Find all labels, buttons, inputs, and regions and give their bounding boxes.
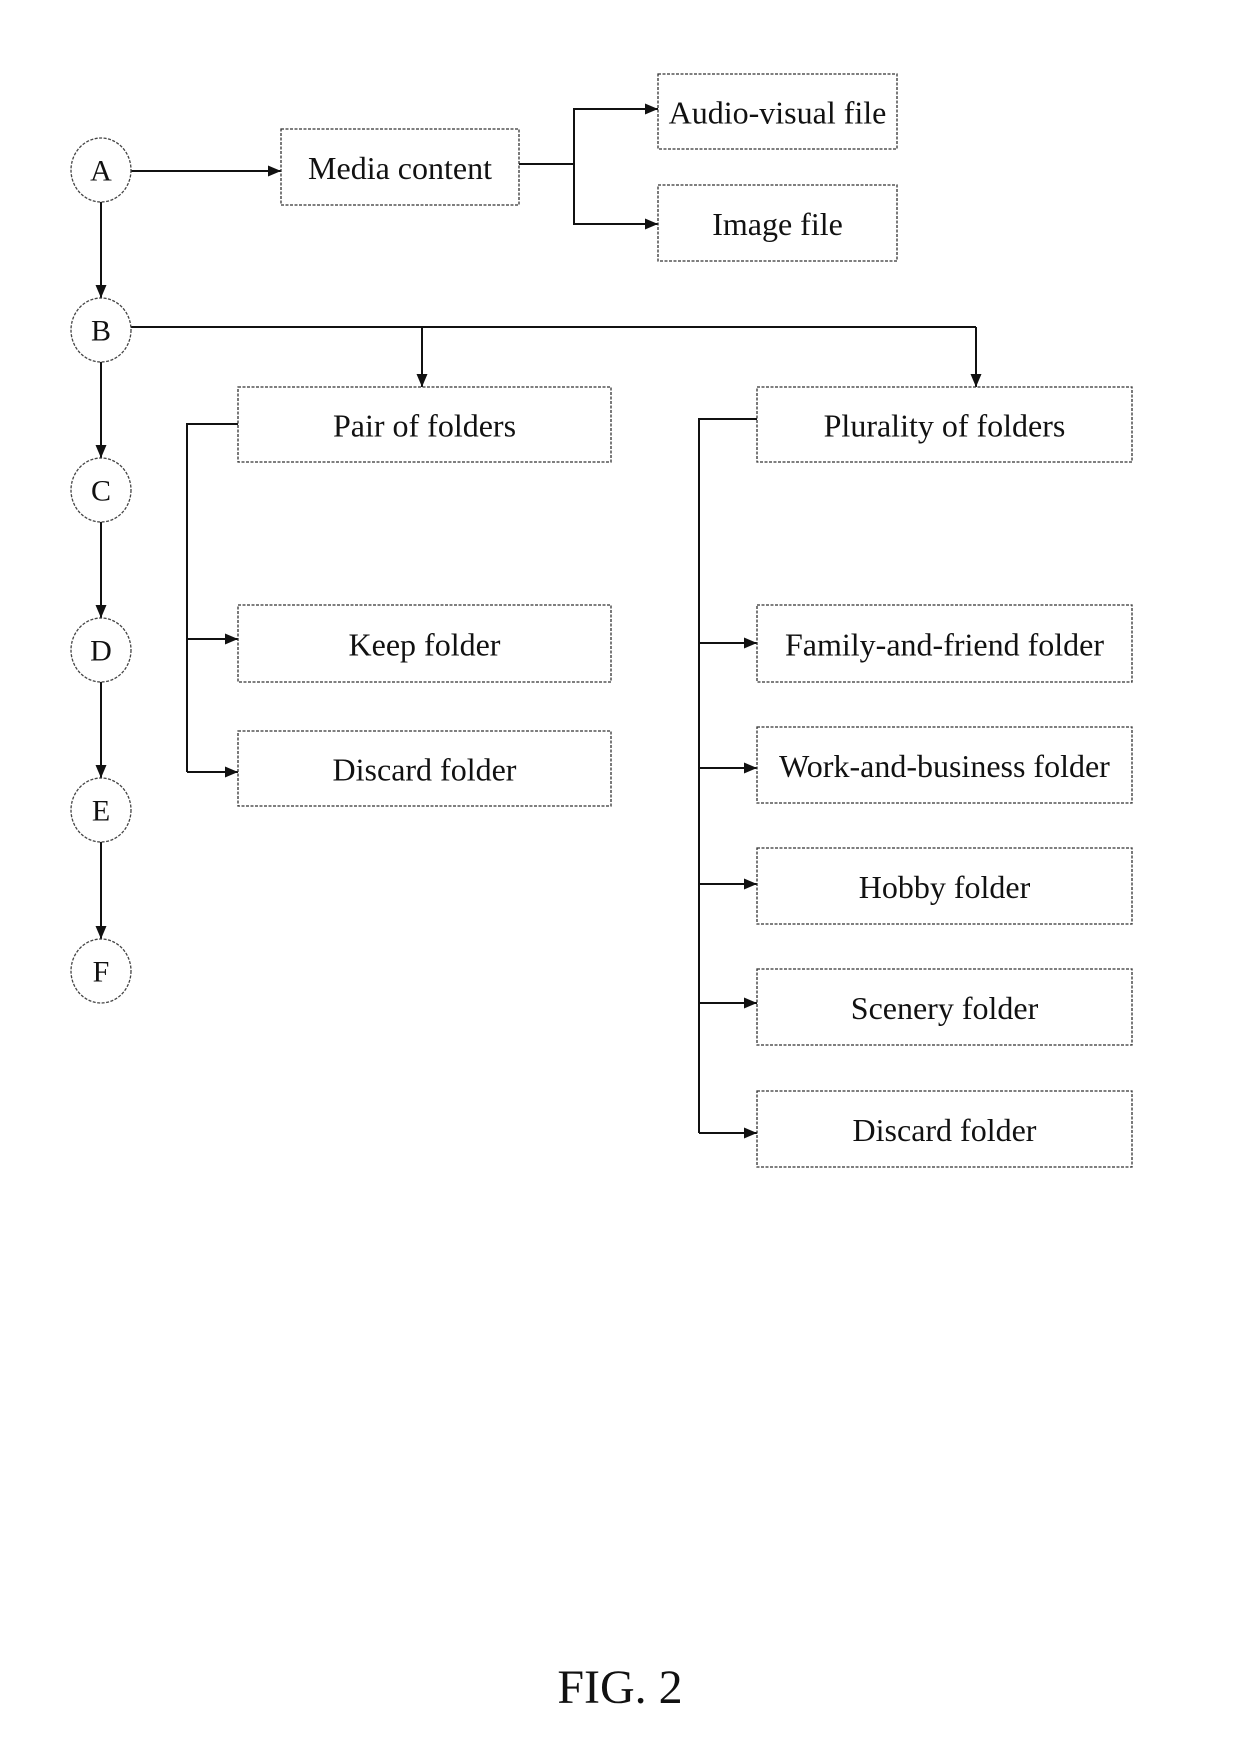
step-node-a[interactable]: A [70,137,132,203]
plurality-of-folders-box[interactable]: Plurality of folders [756,386,1133,463]
flow-diagram: A B C D E F Media content Audio-visual file Imag… [70,73,1133,1168]
step-node-b[interactable]: B [70,297,132,363]
audio-visual-file-box[interactable]: Audio-visual file [657,73,898,150]
arrowhead-icon [268,165,281,177]
scenery-folder-box[interactable]: Scenery folder [756,968,1133,1046]
arrowhead-icon [744,997,757,1009]
plurality-of-folders-label: Plurality of folders [824,408,1066,444]
arrowhead-icon [744,878,757,890]
edge-b-c [95,362,107,458]
discard-folder-pair-box[interactable]: Discard folder [237,730,612,807]
family-and-friend-folder-label: Family-and-friend folder [785,627,1104,663]
scenery-folder-label: Scenery folder [851,990,1039,1026]
step-label: C [91,475,111,508]
edge-plurality-scenery [699,997,757,1009]
edge-plurality-family [699,637,757,649]
pair-of-folders-label: Pair of folders [333,408,516,444]
arrowhead-icon [744,637,757,649]
edge-d-e [95,682,107,778]
edge-media-image-line [573,164,658,225]
arrowhead-icon [225,766,238,778]
edge-media-audio-visual [573,103,658,164]
arrowhead-icon [95,445,107,458]
edge-c-d [95,522,107,618]
edge-plurality-hobby [699,878,757,890]
family-and-friend-folder-box[interactable]: Family-and-friend folder [756,604,1133,683]
step-label: F [93,956,110,989]
figure-caption: FIG. 2 [557,1661,683,1714]
step-label: D [90,635,112,668]
edge-a-media-content [131,165,281,177]
media-content-label: Media content [308,150,492,186]
edge-b-pair [416,327,428,387]
arrowhead-icon [95,605,107,618]
step-label: B [91,315,111,348]
image-file-box[interactable]: Image file [657,184,898,262]
arrowhead-icon [225,633,238,645]
work-and-business-folder-box[interactable]: Work-and-business folder [756,726,1133,804]
edge-plurality-discard [699,1127,757,1139]
step-node-d[interactable]: D [70,617,132,683]
edge-pair-discard [187,766,238,778]
edge-pair-keep [187,633,238,645]
edge-pair-bracket [186,423,238,772]
arrowhead-icon [95,765,107,778]
arrowhead-icon [744,762,757,774]
arrowhead-icon [645,103,658,115]
image-file-label: Image file [712,206,843,242]
arrowhead-icon [95,926,107,939]
hobby-folder-box[interactable]: Hobby folder [756,847,1133,925]
arrowhead-icon [970,374,982,387]
arrowhead-icon [744,1127,757,1139]
edge-media-audio-visual-line [573,108,658,164]
edge-b-plurality [970,327,982,387]
discard-folder-pair-label: Discard folder [333,752,517,788]
keep-folder-box[interactable]: Keep folder [237,604,612,683]
arrowhead-icon [416,374,428,387]
media-content-box[interactable]: Media content [280,128,520,206]
edge-plurality-bracket [698,418,757,1133]
nodes: A B C D E F Media content Audio-visual file Imag… [70,73,1133,1168]
edge-plurality-bracket-line [698,418,757,1133]
step-label: E [92,795,110,828]
pair-of-folders-box[interactable]: Pair of folders [237,386,612,463]
hobby-folder-label: Hobby folder [859,869,1031,905]
edge-media-image [573,164,658,230]
edge-plurality-work [699,762,757,774]
step-node-c[interactable]: C [70,457,132,523]
keep-folder-label: Keep folder [349,627,501,663]
arrowhead-icon [95,285,107,298]
work-and-business-folder-label: Work-and-business folder [779,748,1110,784]
step-node-e[interactable]: E [70,777,132,843]
discard-folder-plurality-label: Discard folder [853,1112,1037,1148]
step-node-f[interactable]: F [70,938,132,1004]
arrowhead-icon [645,218,658,230]
edge-a-b [95,202,107,298]
audio-visual-file-label: Audio-visual file [669,95,887,131]
step-label: A [90,155,112,188]
discard-folder-plurality-box[interactable]: Discard folder [756,1090,1133,1168]
edge-pair-bracket-line [186,423,238,772]
edge-e-f [95,842,107,939]
